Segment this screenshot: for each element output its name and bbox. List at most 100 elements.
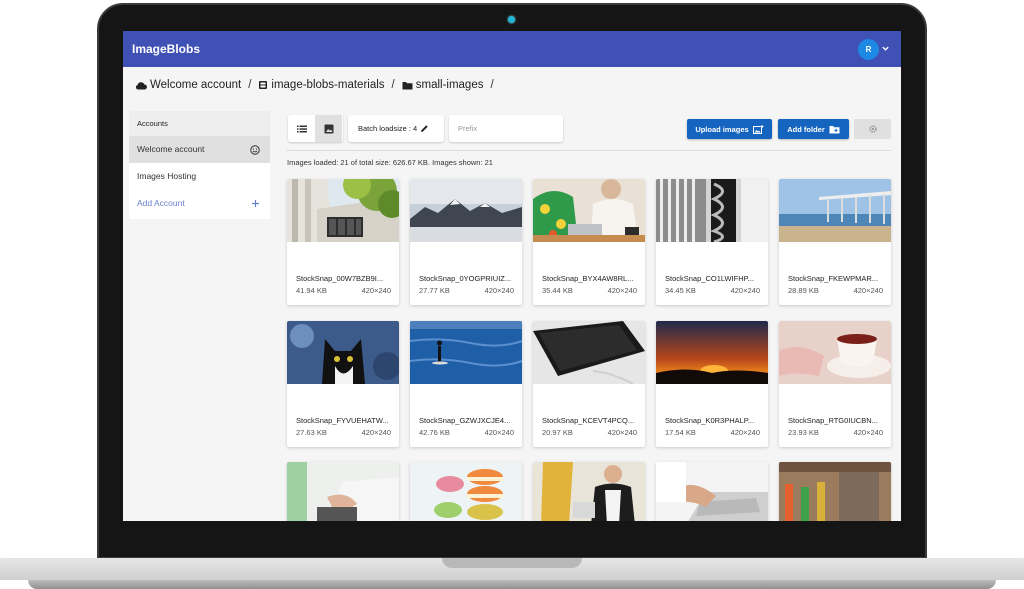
image-thumbnail[interactable] <box>533 179 645 242</box>
add-folder-button[interactable]: Add folder <box>778 119 849 139</box>
image-dimensions: 420×240 <box>730 286 760 295</box>
image-thumbnail[interactable] <box>656 179 768 242</box>
image-filename: StockSnap_FKEWPMAR... <box>788 274 879 283</box>
image-card[interactable]: StockSnap_FKEWPMAR... 28.89 KB 420×240 <box>779 179 891 305</box>
image-card[interactable]: StockSnap_RTG0IUCBN... 23.93 KB 420×240 <box>779 321 891 447</box>
image-filename: StockSnap_KCEVT4PCQ... <box>542 416 635 425</box>
laptop-notch <box>442 558 582 568</box>
image-filename: StockSnap_FYVUEHATW... <box>296 416 389 425</box>
webcam <box>508 16 515 23</box>
image-thumbnail[interactable] <box>287 321 399 384</box>
image-dimensions: 420×240 <box>607 428 637 437</box>
image-card[interactable] <box>656 462 768 521</box>
prefix-input[interactable]: Prefix <box>449 115 563 142</box>
image-thumbnail[interactable] <box>779 179 891 242</box>
sidebar-item-welcome-account[interactable]: Welcome account <box>129 136 270 163</box>
sidebar-header: Accounts <box>129 111 270 136</box>
image-filesize: 34.45 KB <box>665 286 696 295</box>
image-filename: StockSnap_00W7BZB9I... <box>296 274 384 283</box>
batch-loadsize-button[interactable]: Batch loadsize : 4 <box>348 115 444 142</box>
list-icon <box>296 125 307 132</box>
image-filename: StockSnap_0YOGPRIUIZ... <box>419 274 512 283</box>
image-filesize: 28.89 KB <box>788 286 819 295</box>
grid-view-button[interactable] <box>315 115 342 142</box>
image-card[interactable]: StockSnap_00W7BZB9I... 41.94 KB 420×240 <box>287 179 399 305</box>
image-filesize: 27.63 KB <box>296 428 327 437</box>
image-thumbnail[interactable] <box>779 462 891 521</box>
image-card[interactable] <box>410 462 522 521</box>
breadcrumb-bucket[interactable]: image-blobs-materials <box>258 79 385 91</box>
sidebar-item-label: Welcome account <box>137 144 205 154</box>
breadcrumb-separator: / <box>248 79 252 91</box>
image-thumbnail[interactable] <box>410 321 522 384</box>
user-avatar[interactable]: R <box>858 39 879 60</box>
image-card[interactable]: StockSnap_CO1LWIFHP... 34.45 KB 420×240 <box>656 179 768 305</box>
app-screen: ImageBlobs R Welcome account / image-blo… <box>123 31 901 521</box>
plus-icon <box>252 200 259 207</box>
image-dimensions: 420×240 <box>361 286 391 295</box>
toolbar-divider <box>286 150 891 151</box>
image-dimensions: 420×240 <box>853 286 883 295</box>
image-dimensions: 420×240 <box>853 428 883 437</box>
upload-images-label: Upload images <box>695 124 749 134</box>
images-stats: Images loaded: 21 of total size: 626.67 … <box>287 158 493 167</box>
upload-images-button[interactable]: Upload images <box>687 119 772 139</box>
image-thumbnail[interactable] <box>287 179 399 242</box>
chevron-down-icon[interactable] <box>881 44 890 53</box>
image-thumbnail[interactable] <box>656 462 768 521</box>
app-bar: ImageBlobs R <box>123 31 901 67</box>
image-card[interactable] <box>533 462 645 521</box>
image-card[interactable]: StockSnap_BYX4AW8RL... 35.44 KB 420×240 <box>533 179 645 305</box>
image-icon <box>324 124 333 133</box>
sidebar-item-images-hosting[interactable]: Images Hosting <box>129 163 270 190</box>
add-account-button[interactable]: Add Account <box>129 190 270 217</box>
image-thumbnail[interactable] <box>410 179 522 242</box>
breadcrumb-separator: / <box>391 79 395 91</box>
breadcrumb-folder[interactable]: small-images <box>402 79 483 91</box>
sidebar-item-label: Images Hosting <box>137 171 197 181</box>
pencil-icon <box>421 125 428 132</box>
sidebar-item-label: Add Account <box>137 198 185 208</box>
breadcrumb-account[interactable]: Welcome account <box>135 79 241 91</box>
view-toggle <box>288 115 343 142</box>
image-dimensions: 420×240 <box>484 286 514 295</box>
image-card[interactable]: StockSnap_0YOGPRIUIZ... 27.77 KB 420×240 <box>410 179 522 305</box>
image-filesize: 23.93 KB <box>788 428 819 437</box>
image-dimensions: 420×240 <box>730 428 760 437</box>
image-thumbnail[interactable] <box>779 321 891 384</box>
breadcrumb-separator: / <box>490 79 494 91</box>
list-view-button[interactable] <box>288 115 315 142</box>
image-card[interactable]: StockSnap_GZWJXCJE4... 42.76 KB 420×240 <box>410 321 522 447</box>
image-thumbnail[interactable] <box>656 321 768 384</box>
breadcrumb: Welcome account / image-blobs-materials … <box>135 77 501 93</box>
image-filename: StockSnap_BYX4AW8RL... <box>542 274 634 283</box>
image-filesize: 20.97 KB <box>542 428 573 437</box>
laptop-base-edge <box>28 580 996 589</box>
image-card[interactable] <box>287 462 399 521</box>
image-card[interactable] <box>779 462 891 521</box>
image-thumbnail[interactable] <box>410 462 522 521</box>
app-title[interactable]: ImageBlobs <box>132 42 200 56</box>
accounts-sidebar: Accounts Welcome account Images Hosting … <box>129 111 270 219</box>
create-folder-icon <box>829 125 840 133</box>
image-filesize: 17.54 KB <box>665 428 696 437</box>
image-filename: StockSnap_RTG0IUCBN... <box>788 416 878 425</box>
settings-button[interactable] <box>854 119 891 139</box>
image-dimensions: 420×240 <box>607 286 637 295</box>
image-filesize: 27.77 KB <box>419 286 450 295</box>
image-card[interactable]: StockSnap_FYVUEHATW... 27.63 KB 420×240 <box>287 321 399 447</box>
cloud-icon <box>135 81 147 89</box>
image-filesize: 42.76 KB <box>419 428 450 437</box>
add-folder-label: Add folder <box>787 124 825 134</box>
image-filename: StockSnap_GZWJXCJE4... <box>419 416 511 425</box>
image-thumbnail[interactable] <box>287 462 399 521</box>
image-thumbnail[interactable] <box>533 462 645 521</box>
bucket-icon <box>259 81 268 89</box>
breadcrumb-label: image-blobs-materials <box>271 79 385 91</box>
image-card[interactable]: StockSnap_K0R3PHALP... 17.54 KB 420×240 <box>656 321 768 447</box>
image-card[interactable]: StockSnap_KCEVT4PCQ... 20.97 KB 420×240 <box>533 321 645 447</box>
image-thumbnail[interactable] <box>533 321 645 384</box>
smile-icon <box>250 145 260 155</box>
gear-icon <box>868 125 877 133</box>
image-dimensions: 420×240 <box>484 428 514 437</box>
